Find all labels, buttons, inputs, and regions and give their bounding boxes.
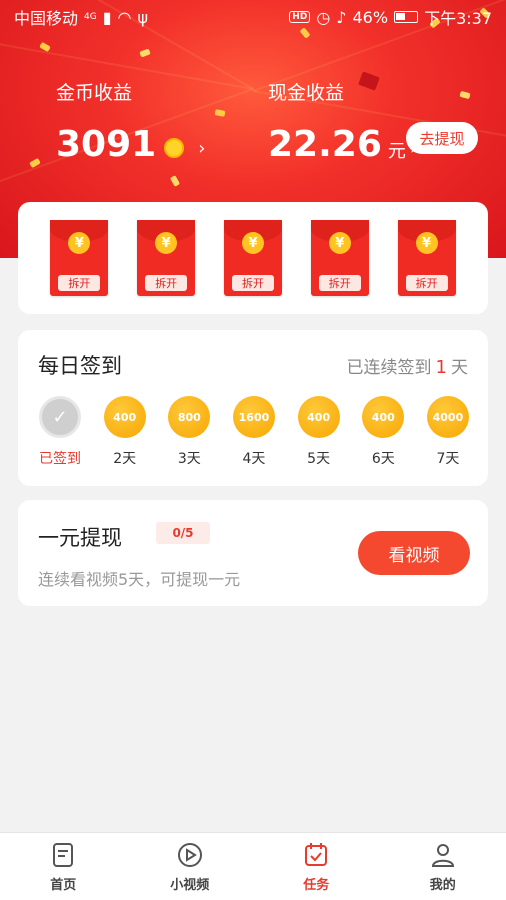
daily-signin-card: 每日签到 已连续签到 1 天 ✓ 已签到 400 2天 800 3天 1600 4天… — [18, 330, 488, 486]
red-envelope[interactable]: ¥ 拆开 — [137, 220, 196, 296]
open-envelope-label: 拆开 — [405, 275, 448, 291]
network-label: 4G — [84, 12, 97, 22]
red-envelope[interactable]: ¥ 拆开 — [223, 220, 282, 296]
coins-value: 3091 — [56, 124, 157, 165]
open-envelope-label: 拆开 — [145, 275, 188, 291]
streak-prefix: 已连续签到 — [346, 358, 432, 378]
day-label: 4天 — [242, 451, 266, 467]
day-label: 6天 — [371, 451, 395, 467]
checkmark-icon: ✓ — [39, 396, 81, 438]
wifi-icon: ◠ — [117, 7, 132, 27]
red-envelope[interactable]: ¥ 拆开 — [50, 220, 109, 296]
status-bar: 中国移动 4G ▮ ◠ ψ HD ◷ ♪ 46% 下午3:37 — [0, 0, 506, 34]
mute-icon: ♪ — [336, 7, 347, 27]
video-icon — [177, 843, 202, 867]
gold-coin-reward: 400 — [297, 396, 340, 438]
gold-coin-reward: 400 — [362, 396, 405, 438]
open-envelope-label: 拆开 — [58, 275, 101, 291]
day-label: 已签到 — [39, 451, 81, 467]
coins-summary[interactable]: 3091 › — [56, 124, 205, 165]
day-label: 3天 — [177, 451, 201, 467]
yuan-icon: ¥ — [415, 232, 438, 254]
signin-day[interactable]: 400 6天 — [361, 396, 405, 468]
cash-value: 22.26 — [268, 124, 382, 165]
yuan-icon: ¥ — [328, 232, 351, 254]
gold-coin-reward: 4000 — [426, 396, 469, 438]
gold-coin-reward: 800 — [168, 396, 211, 438]
alarm-icon: ◷ — [316, 7, 331, 27]
red-envelope[interactable]: ¥ 拆开 — [397, 220, 456, 296]
open-envelope-label: 拆开 — [231, 275, 274, 291]
signin-day[interactable]: 800 3天 — [167, 396, 211, 468]
yuan-icon: ¥ — [241, 232, 264, 254]
streak-days: 1 — [435, 357, 447, 378]
hd-icon: HD — [289, 11, 311, 23]
yuan-icon: ¥ — [155, 232, 178, 254]
gold-coin-reward: 400 — [103, 396, 146, 438]
one-yuan-title: 一元提现 — [38, 526, 122, 550]
signal-icon: ▮ — [102, 7, 112, 27]
one-yuan-withdraw-card: 一元提现 0/5 连续看视频5天，可提现一元 看视频 — [18, 500, 488, 606]
tab-label: 小视频 — [170, 878, 210, 893]
task-icon — [305, 843, 328, 866]
cash-label: 现金收益 — [268, 82, 345, 104]
tab-label: 首页 — [50, 878, 77, 893]
streak-suffix: 天 — [451, 358, 468, 378]
coin-icon — [164, 137, 185, 158]
signin-day[interactable]: 400 5天 — [297, 396, 341, 468]
tab-label: 任务 — [303, 878, 330, 893]
coins-label: 金币收益 — [56, 82, 133, 104]
bottom-tab-bar: 首页 小视频 任务 我的 — [0, 832, 506, 900]
tab-label: 我的 — [429, 878, 456, 893]
progress-badge: 0/5 — [156, 522, 210, 544]
red-envelope[interactable]: ¥ 拆开 — [310, 220, 369, 296]
signin-days: ✓ 已签到 400 2天 800 3天 1600 4天 400 5天 400 6… — [38, 396, 470, 468]
chevron-right-icon: › — [198, 138, 206, 159]
profile-icon — [431, 844, 454, 867]
signin-day[interactable]: 1600 4天 — [232, 396, 276, 468]
signin-day[interactable]: ✓ 已签到 — [38, 396, 82, 468]
usb-icon: ψ — [137, 7, 149, 27]
tab-tasks[interactable]: 任务 — [253, 833, 380, 900]
open-envelope-label: 拆开 — [318, 275, 361, 291]
tab-short-video[interactable]: 小视频 — [127, 833, 254, 900]
signin-title: 每日签到 — [38, 354, 122, 378]
day-label: 2天 — [113, 451, 137, 467]
carrier-label: 中国移动 — [14, 9, 79, 28]
battery-percent: 46% — [352, 7, 389, 27]
tab-profile[interactable]: 我的 — [380, 833, 506, 900]
battery-icon — [394, 11, 419, 23]
tab-home[interactable]: 首页 — [0, 833, 127, 900]
signin-day[interactable]: 400 2天 — [103, 396, 147, 468]
red-envelope-card: ¥ 拆开 ¥ 拆开 ¥ 拆开 ¥ 拆开 ¥ 拆开 — [18, 202, 488, 314]
yuan-icon: ¥ — [68, 232, 91, 254]
watch-video-button[interactable]: 看视频 — [358, 531, 470, 575]
signin-day[interactable]: 4000 7天 — [426, 396, 470, 468]
day-label: 5天 — [307, 451, 331, 467]
signin-streak: 已连续签到 1 天 — [347, 353, 468, 378]
home-icon — [53, 843, 74, 867]
clock: 下午3:37 — [424, 9, 492, 28]
withdraw-button[interactable]: 去提现 — [406, 122, 478, 154]
cash-summary[interactable]: 22.26 元 › — [268, 124, 417, 165]
one-yuan-description: 连续看视频5天，可提现一元 — [38, 570, 241, 589]
gold-coin-reward: 1600 — [232, 396, 275, 438]
day-label: 7天 — [436, 451, 460, 467]
cash-unit: 元 — [387, 140, 406, 162]
